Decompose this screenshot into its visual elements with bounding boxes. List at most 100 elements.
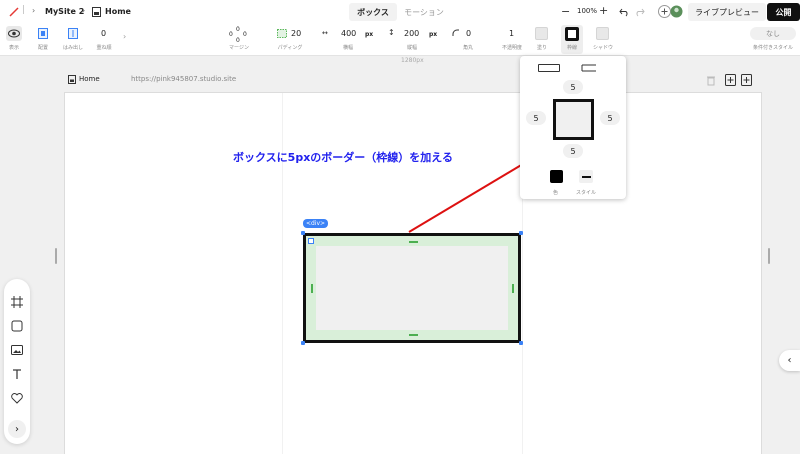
- guide-line: [282, 93, 283, 454]
- page-name[interactable]: Home: [105, 7, 131, 16]
- margin-right[interactable]: 0: [243, 31, 247, 38]
- undo-icon[interactable]: [619, 7, 630, 17]
- layout-toggle[interactable]: [35, 26, 51, 41]
- zoom-out-button[interactable]: −: [561, 5, 570, 18]
- padding-icon: [277, 29, 287, 38]
- border-all-icon[interactable]: [538, 64, 560, 72]
- trash-icon[interactable]: [706, 75, 716, 86]
- height-unit[interactable]: px: [429, 31, 437, 38]
- border-style-select[interactable]: [579, 170, 593, 183]
- padding-label: パディング: [277, 45, 303, 51]
- border-label: 枠線: [566, 45, 577, 51]
- selected-box[interactable]: [303, 233, 521, 343]
- box-tool-icon[interactable]: [10, 319, 24, 333]
- border-top-input[interactable]: 5: [563, 80, 583, 94]
- show-label: 表示: [8, 45, 19, 51]
- chevron-right-icon[interactable]: ›: [123, 32, 126, 41]
- avatar[interactable]: [670, 5, 683, 18]
- padding-value[interactable]: 20: [291, 29, 301, 38]
- expand-toolbar-button[interactable]: ›: [8, 420, 26, 438]
- margin-bottom[interactable]: 0: [236, 37, 240, 44]
- add-page-icon[interactable]: [741, 74, 752, 86]
- live-preview-button[interactable]: ライブプレビュー: [688, 3, 766, 21]
- overflow-label: はみ出し: [62, 45, 83, 51]
- shadow-label: シャドウ: [592, 45, 613, 51]
- layout-label: 配置: [37, 45, 48, 51]
- border-panel: 5 5 5 5 色 スタイル: [520, 56, 626, 199]
- border-style-label: スタイル: [576, 190, 597, 196]
- shadow-swatch[interactable]: [596, 27, 609, 40]
- solid-line-icon: [581, 175, 591, 178]
- canvas-url[interactable]: https://pink945807.studio.site: [131, 75, 236, 83]
- padding-icon: [308, 238, 314, 244]
- conditional-style-select[interactable]: なし: [750, 27, 796, 40]
- height-label: 縦幅: [406, 45, 417, 51]
- layout-icon: [38, 28, 48, 39]
- visibility-toggle[interactable]: [6, 26, 22, 41]
- width-value[interactable]: 400: [341, 29, 356, 38]
- canvas-width-label: 1280px: [401, 57, 424, 64]
- heart-icon[interactable]: [10, 391, 24, 405]
- conditional-style-label: 条件付きスタイル: [752, 45, 793, 51]
- divider: |: [22, 5, 26, 15]
- border-left-input[interactable]: 5: [526, 111, 546, 125]
- fill-swatch[interactable]: [535, 27, 548, 40]
- publish-button[interactable]: 公開: [767, 3, 800, 21]
- height-icon: ↕: [388, 28, 395, 37]
- site-name[interactable]: MySite 2: [45, 7, 84, 16]
- margin-label: マージン: [229, 45, 249, 51]
- left-toolbar: ›: [4, 279, 30, 444]
- height-value[interactable]: 200: [404, 29, 419, 38]
- border-icon: [565, 27, 579, 41]
- resize-handle-br[interactable]: [519, 341, 523, 345]
- zoom-in-button[interactable]: +: [599, 4, 608, 17]
- canvas-page-label[interactable]: Home: [79, 75, 100, 83]
- border-preview: [553, 99, 594, 140]
- property-toolbar: 表示 配置 はみ出し 0 重ね順 › 0 0 0 0 マージン 20 パディング…: [0, 24, 800, 56]
- resize-handle-right[interactable]: [768, 248, 770, 264]
- margin-left[interactable]: 0: [229, 31, 233, 38]
- padding-handle-right[interactable]: [512, 284, 514, 293]
- open-right-panel-button[interactable]: ‹: [779, 350, 800, 371]
- tab-box[interactable]: ボックス: [349, 3, 397, 21]
- chevron-right-icon: ›: [32, 6, 36, 15]
- margin-top[interactable]: 0: [236, 26, 240, 33]
- page-icon: [68, 75, 76, 84]
- opacity-label: 不透明度: [501, 45, 522, 51]
- opacity-value[interactable]: 1: [509, 29, 514, 38]
- border-color-swatch[interactable]: [550, 170, 563, 183]
- zindex-value[interactable]: 0: [101, 29, 106, 38]
- border-bottom-input[interactable]: 5: [563, 144, 583, 158]
- zoom-level[interactable]: 100%: [577, 7, 597, 15]
- redo-icon[interactable]: [634, 7, 645, 17]
- resize-handle-left[interactable]: [55, 248, 57, 264]
- zindex-label: 重ね順: [96, 45, 112, 51]
- tab-motion[interactable]: モーション: [398, 3, 450, 21]
- text-tool-icon[interactable]: [10, 367, 24, 381]
- overflow-icon: [68, 28, 78, 39]
- resize-handle-tl[interactable]: [301, 231, 305, 235]
- element-tag[interactable]: <div>: [303, 219, 329, 228]
- eye-icon: [8, 29, 20, 38]
- padding-handle-left[interactable]: [311, 284, 313, 293]
- logo-icon[interactable]: [8, 6, 20, 18]
- padding-handle-bottom[interactable]: [409, 334, 418, 336]
- top-bar: | › MySite 2 › Home ボックス モーション − 100% + …: [0, 0, 800, 24]
- frame-tool-icon[interactable]: [10, 295, 24, 309]
- resize-handle-bl[interactable]: [301, 341, 305, 345]
- page-icon: [92, 7, 101, 17]
- duplicate-page-icon[interactable]: [725, 74, 736, 86]
- width-label: 横幅: [342, 45, 353, 51]
- chevron-right-icon: ›: [82, 6, 86, 15]
- padding-handle-top[interactable]: [409, 241, 418, 243]
- overflow-toggle[interactable]: [65, 26, 81, 41]
- border-individual-icon[interactable]: [581, 63, 601, 73]
- width-unit[interactable]: px: [365, 31, 373, 38]
- radius-label: 角丸: [462, 45, 473, 51]
- border-color-label: 色: [553, 190, 559, 196]
- fill-label: 塗り: [536, 45, 547, 51]
- border-right-input[interactable]: 5: [600, 111, 620, 125]
- width-icon: ↔: [322, 29, 328, 37]
- image-tool-icon[interactable]: [10, 343, 24, 357]
- radius-value[interactable]: 0: [466, 29, 471, 38]
